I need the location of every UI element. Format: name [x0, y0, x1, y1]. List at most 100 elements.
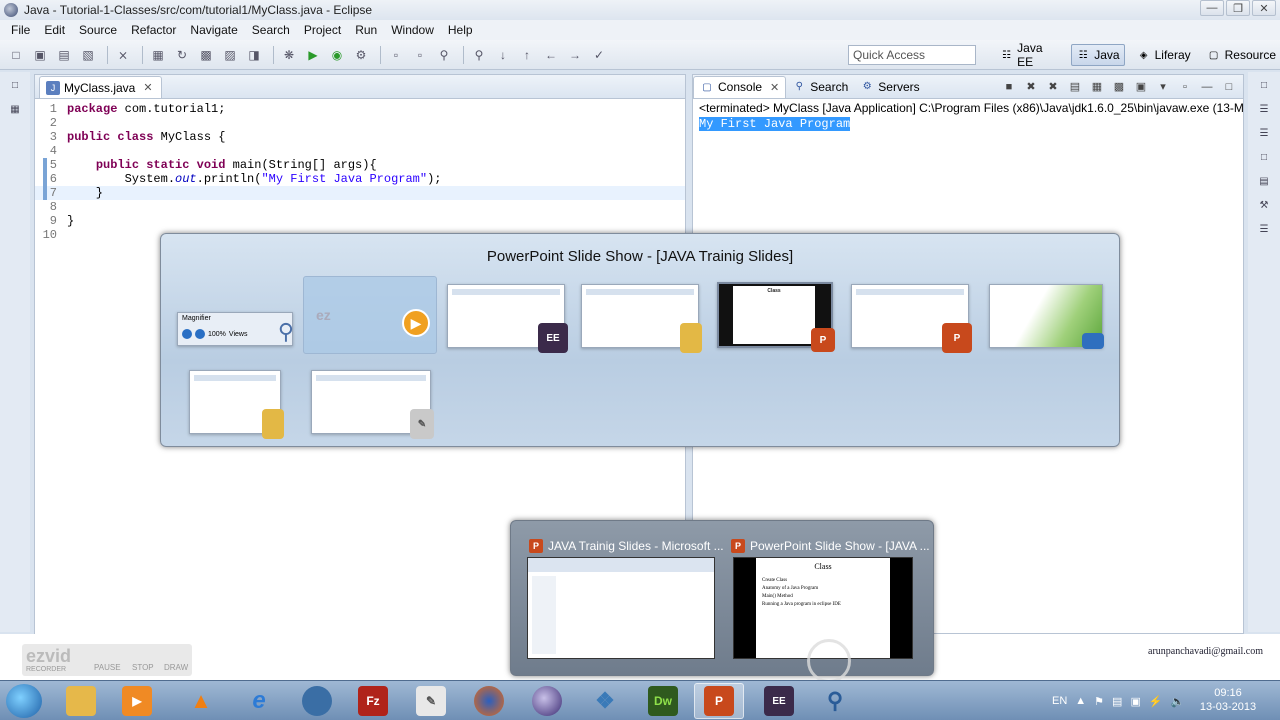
run-icon[interactable]: ▶ [303, 46, 323, 64]
pin-icon[interactable]: ⚲ [469, 46, 489, 64]
package-explorer-icon[interactable]: ▦ [7, 104, 23, 120]
refresh-icon[interactable]: ↻ [172, 46, 192, 64]
taskbar-mysql[interactable]: ❖ [580, 683, 630, 719]
open-folder-icon[interactable]: ▫ [410, 46, 430, 64]
taskbar-java-ee-ide[interactable]: EE [754, 683, 804, 719]
volume-icon[interactable]: 🔈 [1171, 695, 1185, 708]
save-icon[interactable]: ▣ [30, 46, 50, 64]
skip-breakpoints-icon[interactable]: ⨯ [113, 46, 133, 64]
switcher-item-eclipse[interactable]: EE [447, 284, 568, 353]
menu-window[interactable]: Window [384, 23, 441, 37]
switcher-item-magnifier[interactable]: Magnifier 100% Views ⚲ [177, 312, 294, 346]
taskbar-explorer[interactable] [56, 683, 106, 719]
taskbar-magnifier[interactable]: ⚲ [810, 683, 860, 719]
perspective-liferay[interactable]: ◈ Liferay [1133, 44, 1195, 66]
external-tools-icon[interactable]: ⚙ [351, 46, 371, 64]
menu-project[interactable]: Project [297, 23, 348, 37]
new-class-icon[interactable]: ▨ [220, 46, 240, 64]
tab-search[interactable]: ⚲ Search [786, 76, 854, 98]
scroll-lock-icon[interactable]: ▦ [1089, 79, 1105, 95]
flag-icon[interactable]: ⚑ [1094, 695, 1104, 708]
outline-icon[interactable]: ☰ [1256, 104, 1272, 120]
quick-access-input[interactable]: Quick Access [848, 45, 976, 65]
new-package-icon[interactable]: ▩ [196, 46, 216, 64]
switcher-item-notepad[interactable]: ✎ [311, 370, 434, 439]
next-annotation-icon[interactable]: ↓ [493, 46, 513, 64]
new-server-icon[interactable]: ◨ [244, 46, 264, 64]
coverage-icon[interactable]: ◉ [327, 46, 347, 64]
preview-thumbnail-powerpoint[interactable] [527, 557, 715, 659]
restore-view-icon[interactable]: □ [1256, 80, 1272, 96]
restore-button[interactable]: ❐ [1226, 0, 1250, 16]
switcher-item-explorer[interactable] [581, 284, 702, 353]
wrench-icon[interactable]: ⚒ [1256, 200, 1272, 216]
clock[interactable]: 09:16 13-03-2013 [1198, 686, 1258, 714]
minimize-icon[interactable]: □ [1256, 152, 1272, 168]
clear-console-icon[interactable]: ▤ [1067, 79, 1083, 95]
open-console-icon[interactable]: ▫ [1177, 79, 1193, 95]
close-icon[interactable]: ✕ [770, 81, 779, 94]
switcher-item-powerpoint[interactable]: P [851, 284, 972, 353]
prev-annotation-icon[interactable]: ↑ [517, 46, 537, 64]
maximize-icon[interactable]: □ [1221, 79, 1237, 95]
search-icon[interactable]: ⚲ [434, 46, 454, 64]
save-all-icon[interactable]: ▤ [54, 46, 74, 64]
perspective-resource[interactable]: ▢ Resource [1203, 44, 1280, 66]
print-icon[interactable]: ▧ [78, 46, 98, 64]
minimize-icon[interactable]: — [1199, 79, 1215, 95]
taskbar-vlc[interactable]: ▲ [176, 683, 226, 719]
remove-all-icon[interactable]: ✖ [1045, 79, 1061, 95]
perspective-java[interactable]: ☷ Java [1071, 44, 1125, 66]
taskbar-media[interactable]: ▶ [112, 683, 162, 719]
palette-icon[interactable]: ▤ [1256, 176, 1272, 192]
switcher-item-ezvid[interactable]: ez ▶ [303, 276, 437, 354]
taskbar-powerpoint[interactable]: P [694, 683, 744, 719]
taskbar-firefox[interactable] [464, 683, 514, 719]
show-hidden-icon[interactable]: ▲ [1075, 695, 1086, 707]
menu-search[interactable]: Search [245, 23, 297, 37]
menu-run[interactable]: Run [348, 23, 384, 37]
switcher-item-desktop[interactable] [989, 284, 1104, 349]
code-area[interactable]: 1 package com.tutorial1; 2 3 public class … [35, 99, 685, 242]
debug-icon[interactable]: ❋ [279, 46, 299, 64]
tab-servers[interactable]: ⚙ Servers [854, 76, 925, 98]
taskbar-thunderbird[interactable] [292, 683, 342, 719]
menu-edit[interactable]: Edit [37, 23, 72, 37]
back-icon[interactable]: ← [541, 46, 561, 64]
menu-navigate[interactable]: Navigate [183, 23, 244, 37]
network-icon[interactable]: ▤ [1112, 695, 1122, 708]
open-type-icon[interactable]: ▫ [386, 46, 406, 64]
pin-editor-icon[interactable]: ✓ [589, 46, 609, 64]
preview-item-title[interactable]: P PowerPoint Slide Show - [JAVA ... [731, 539, 930, 553]
power-icon[interactable]: ⚡ [1149, 695, 1163, 708]
forward-icon[interactable]: → [565, 46, 585, 64]
switcher-item-slideshow[interactable]: Class P [717, 282, 835, 352]
close-icon[interactable]: ✕ [143, 81, 152, 94]
display-console-icon[interactable]: ▣ [1133, 79, 1149, 95]
switcher-item-explorer-2[interactable] [189, 370, 284, 439]
console-output[interactable]: My First Java Program [693, 117, 1243, 131]
display-icon[interactable]: ▣ [1130, 695, 1140, 708]
start-button[interactable] [6, 684, 42, 718]
properties-icon[interactable]: ☰ [1256, 224, 1272, 240]
minimize-button[interactable]: — [1200, 0, 1224, 16]
taskbar-ie[interactable]: e [234, 683, 284, 719]
menu-refactor[interactable]: Refactor [124, 23, 183, 37]
chevron-down-icon[interactable]: ▾ [1155, 79, 1171, 95]
new-icon[interactable]: □ [6, 46, 26, 64]
taskbar-dreamweaver[interactable]: Dw [638, 683, 688, 719]
terminate-icon[interactable]: ■ [1001, 79, 1017, 95]
draw-button[interactable]: DRAW [164, 663, 188, 672]
menu-help[interactable]: Help [441, 23, 480, 37]
tab-console[interactable]: ▢ Console ✕ [693, 75, 787, 98]
perspective-java-ee[interactable]: ☷ Java EE [996, 41, 1063, 69]
stop-button[interactable]: STOP [132, 663, 154, 672]
taskbar-notepad[interactable]: ✎ [406, 683, 456, 719]
new-project-icon[interactable]: ▦ [148, 46, 168, 64]
menu-file[interactable]: File [4, 23, 37, 37]
restore-view-icon[interactable]: □ [7, 80, 23, 96]
menu-source[interactable]: Source [72, 23, 124, 37]
close-button[interactable]: ✕ [1252, 0, 1276, 16]
pause-button[interactable]: PAUSE [94, 663, 121, 672]
taskbar-eclipse[interactable] [522, 683, 572, 719]
